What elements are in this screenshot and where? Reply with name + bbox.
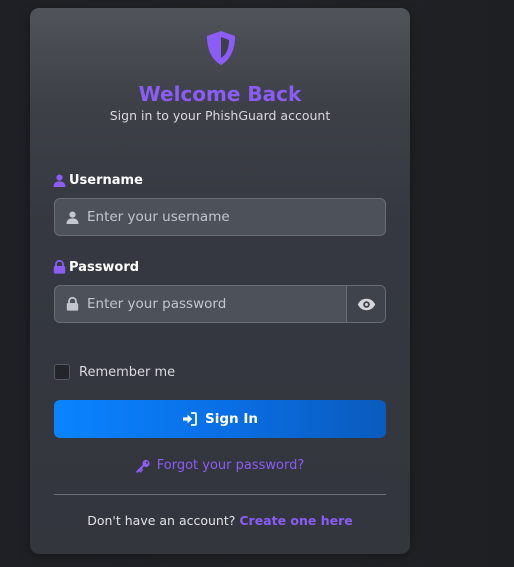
password-input[interactable] (87, 286, 346, 322)
shield-icon (207, 31, 235, 65)
remember-me-label: Remember me (79, 364, 176, 380)
sign-in-label: Sign In (205, 411, 258, 427)
signup-prompt: Don't have an account? Create one here (30, 513, 410, 528)
user-icon (53, 174, 66, 187)
username-field[interactable] (54, 198, 386, 236)
sign-in-button[interactable]: Sign In (54, 400, 386, 438)
forgot-password-link[interactable]: Forgot your password? (30, 458, 410, 473)
page-title: Welcome Back (138, 82, 302, 106)
username-label: Username (53, 171, 143, 189)
user-icon (55, 211, 87, 224)
login-card: Welcome Back Sign in to your PhishGuard … (30, 8, 410, 554)
sign-in-icon (183, 412, 197, 426)
forgot-password-label: Forgot your password? (156, 458, 305, 473)
remember-me[interactable]: Remember me (54, 364, 175, 380)
lock-icon (55, 297, 87, 311)
page-subtitle: Sign in to your PhishGuard account (109, 108, 331, 123)
username-label-text: Username (69, 172, 143, 188)
lock-icon (53, 260, 66, 274)
password-label: Password (53, 258, 139, 276)
password-field[interactable] (54, 285, 386, 323)
username-input[interactable] (87, 199, 385, 235)
create-account-link[interactable]: Create one here (239, 513, 352, 528)
page-background: Welcome Back Sign in to your PhishGuard … (0, 0, 514, 567)
divider (54, 494, 386, 495)
remember-me-checkbox[interactable] (54, 364, 70, 380)
password-label-text: Password (69, 259, 140, 275)
signup-prompt-text: Don't have an account? (87, 513, 236, 528)
toggle-password-button[interactable] (346, 286, 385, 322)
key-icon (135, 459, 150, 473)
eye-icon (357, 298, 375, 310)
